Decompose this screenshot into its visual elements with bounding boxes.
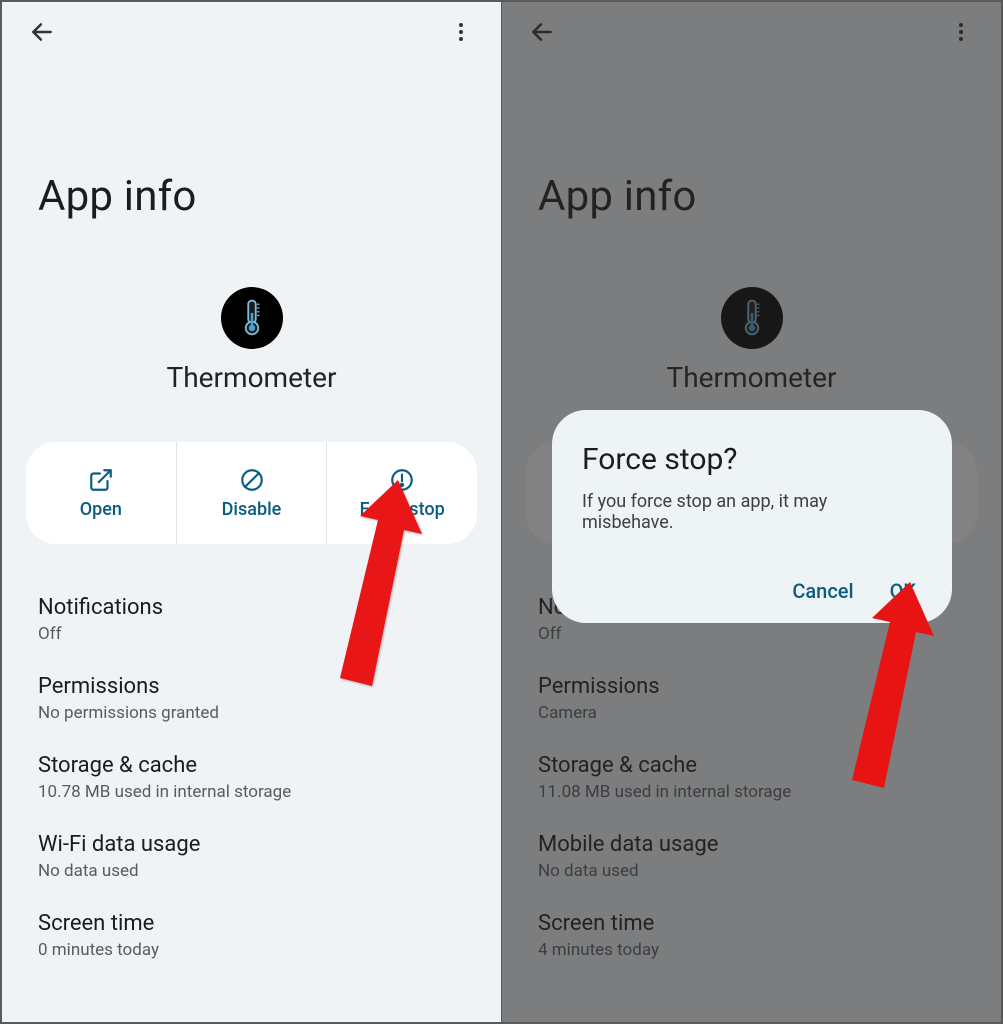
force-stop-label: Force stop [360,499,445,520]
force-stop-button[interactable]: Force stop [326,442,477,544]
page-title: App info [2,62,501,241]
arrow-left-icon [29,19,55,45]
force-stop-dialog: Force stop? If you force stop an app, it… [552,410,952,623]
setting-storage[interactable]: Storage & cache 10.78 MB used in interna… [38,738,465,817]
setting-wifi-data[interactable]: Wi-Fi data usage No data used [38,817,465,896]
open-button[interactable]: Open [26,442,176,544]
more-button[interactable] [443,14,479,50]
more-vert-icon [449,20,473,44]
screenshot-left: App info Thermometer Open Disable [2,2,501,1022]
action-button-row: Open Disable Force stop [26,442,477,544]
thermometer-icon [235,298,269,338]
app-icon [221,287,283,349]
disable-icon [239,467,265,493]
dialog-title: Force stop? [582,442,922,477]
dialog-actions: Cancel OK [582,579,922,603]
setting-permissions[interactable]: Permissions No permissions granted [38,659,465,738]
dialog-message: If you force stop an app, it may misbeha… [582,491,922,533]
settings-list: Notifications Off Permissions No permiss… [38,580,465,975]
open-icon [88,467,114,493]
setting-notifications[interactable]: Notifications Off [38,580,465,659]
open-label: Open [80,499,122,520]
app-name: Thermometer [167,361,337,394]
top-bar [2,2,501,62]
setting-screen-time[interactable]: Screen time 0 minutes today [38,896,465,975]
app-header: Thermometer [2,287,501,394]
alert-icon [389,467,415,493]
screenshot-right: App info Thermometer Open Disable [502,2,1001,1022]
disable-label: Disable [222,499,282,520]
back-button[interactable] [24,14,60,50]
cancel-button[interactable]: Cancel [792,579,853,603]
ok-button[interactable]: OK [890,579,916,603]
disable-button[interactable]: Disable [176,442,327,544]
